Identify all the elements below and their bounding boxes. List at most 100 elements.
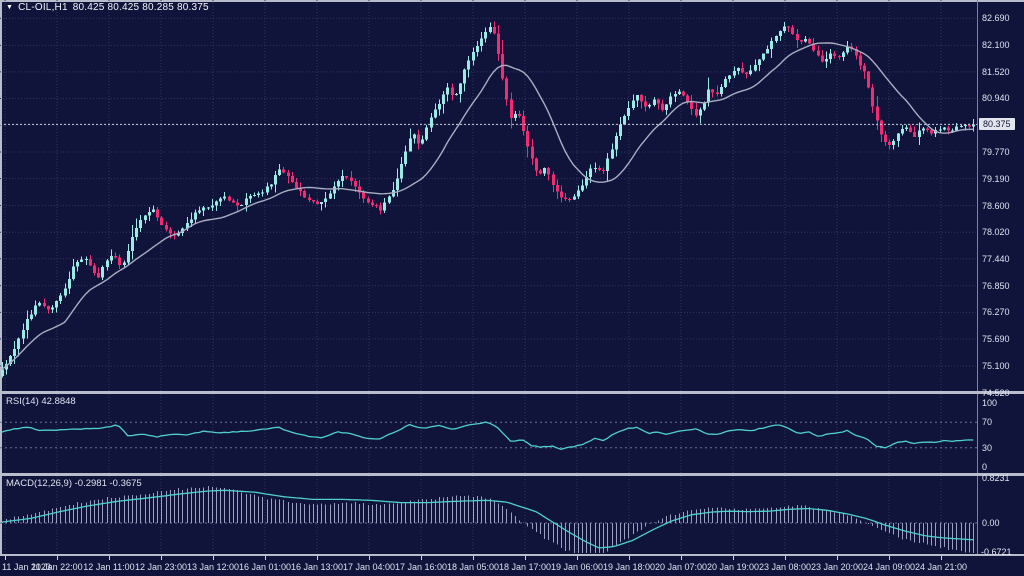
price-axis-label: 76.850 <box>982 281 1010 291</box>
candle-body <box>76 262 79 266</box>
rsi-line <box>2 422 974 449</box>
candle-body <box>421 140 424 144</box>
candle-body <box>505 79 508 100</box>
candle-body <box>64 288 67 295</box>
candle-body <box>34 306 37 315</box>
candle-body <box>707 89 710 102</box>
candle-body <box>808 39 811 43</box>
candle-body <box>438 104 441 110</box>
candle-body <box>825 59 828 62</box>
candle-body <box>38 303 41 306</box>
candle-body <box>320 202 323 204</box>
candle-body <box>644 101 647 106</box>
candle-body <box>913 132 916 137</box>
price-axis-label: 75.100 <box>982 361 1010 371</box>
candle-body <box>312 200 315 201</box>
candle-body <box>619 124 622 136</box>
candle-body <box>232 201 235 203</box>
candle-body <box>207 207 210 208</box>
candle-body <box>943 127 946 129</box>
candle-body <box>543 168 546 173</box>
price-axis-label: 82.690 <box>982 13 1010 23</box>
macd-label: MACD(12,26,9) -0.2981 -0.3675 <box>6 478 142 489</box>
candle-body <box>93 266 96 273</box>
candle-body <box>85 259 88 260</box>
candle-body <box>724 79 727 87</box>
candle-body <box>754 65 757 71</box>
time-axis-label: 20 Jan 07:00 <box>655 562 707 572</box>
candle-body <box>510 99 513 118</box>
candle-body <box>202 208 205 211</box>
candle-body <box>17 338 20 349</box>
candle-body <box>371 203 374 205</box>
candle-body <box>955 126 958 130</box>
macd-indicator-pane[interactable] <box>0 476 1024 554</box>
candle-body <box>350 178 353 181</box>
candle-body <box>472 52 475 61</box>
chart-collapse-icon[interactable]: ▼ <box>6 4 13 11</box>
macd-signal-line <box>2 490 974 548</box>
candle-body <box>947 127 950 130</box>
rsi-axis-label: 0 <box>982 462 987 472</box>
candle-body <box>345 176 348 178</box>
candle-body <box>539 170 542 173</box>
candle-body <box>632 100 635 108</box>
candle-body <box>341 176 344 181</box>
candle-body <box>459 84 462 95</box>
candle-body <box>804 39 807 41</box>
candle-body <box>589 169 592 177</box>
candle-body <box>257 194 260 196</box>
rsi-indicator-pane[interactable] <box>0 394 1024 473</box>
candle-body <box>791 27 794 34</box>
price-axis-label: 78.020 <box>982 227 1010 237</box>
candle-body <box>661 104 664 110</box>
candle-body <box>375 205 378 206</box>
time-axis-label: 23 Jan 20:00 <box>811 562 863 572</box>
candle-body <box>775 36 778 41</box>
candle-body <box>434 110 437 118</box>
candle-body <box>581 186 584 191</box>
candle-body <box>278 170 281 175</box>
candle-body <box>884 135 887 142</box>
candle-body <box>30 315 33 319</box>
candle-body <box>80 260 83 262</box>
candle-body <box>547 168 550 175</box>
candle-body <box>274 175 277 184</box>
candle-body <box>657 100 660 104</box>
candle-body <box>89 259 92 266</box>
candle-body <box>922 128 925 130</box>
candle-body <box>240 205 243 206</box>
candle-body <box>577 190 580 196</box>
candle-body <box>1 369 4 376</box>
candle-body <box>909 127 912 132</box>
candle-body <box>779 31 782 36</box>
candle-body <box>665 104 668 109</box>
candle-body <box>905 127 908 129</box>
candle-body <box>552 175 555 186</box>
candle-body <box>59 296 62 301</box>
candle-body <box>362 193 365 199</box>
candle-body <box>446 88 449 95</box>
candle-body <box>114 256 117 258</box>
candle-body <box>720 87 723 94</box>
candle-body <box>139 220 142 228</box>
time-axis-label: 19 Jan 18:00 <box>603 562 655 572</box>
candle-body <box>253 195 256 196</box>
candle-body <box>266 187 269 193</box>
candlestick-series <box>1 21 975 377</box>
candle-body <box>518 114 521 116</box>
candle-body <box>287 172 290 175</box>
main-price-pane[interactable] <box>0 0 1024 391</box>
candle-body <box>762 54 765 60</box>
candle-body <box>783 26 786 31</box>
candle-body <box>560 192 563 198</box>
chart-title-bar: ▼ CL-OIL,H1 80.425 80.425 80.285 80.375 <box>6 2 209 13</box>
candle-body <box>531 146 534 158</box>
candle-body <box>249 196 252 198</box>
candle-body <box>594 168 597 169</box>
candle-body <box>144 215 147 220</box>
candle-body <box>337 181 340 187</box>
candle-body <box>295 182 298 188</box>
macd-axis-label: 0.8231 <box>982 473 1010 483</box>
candle-body <box>329 193 332 198</box>
